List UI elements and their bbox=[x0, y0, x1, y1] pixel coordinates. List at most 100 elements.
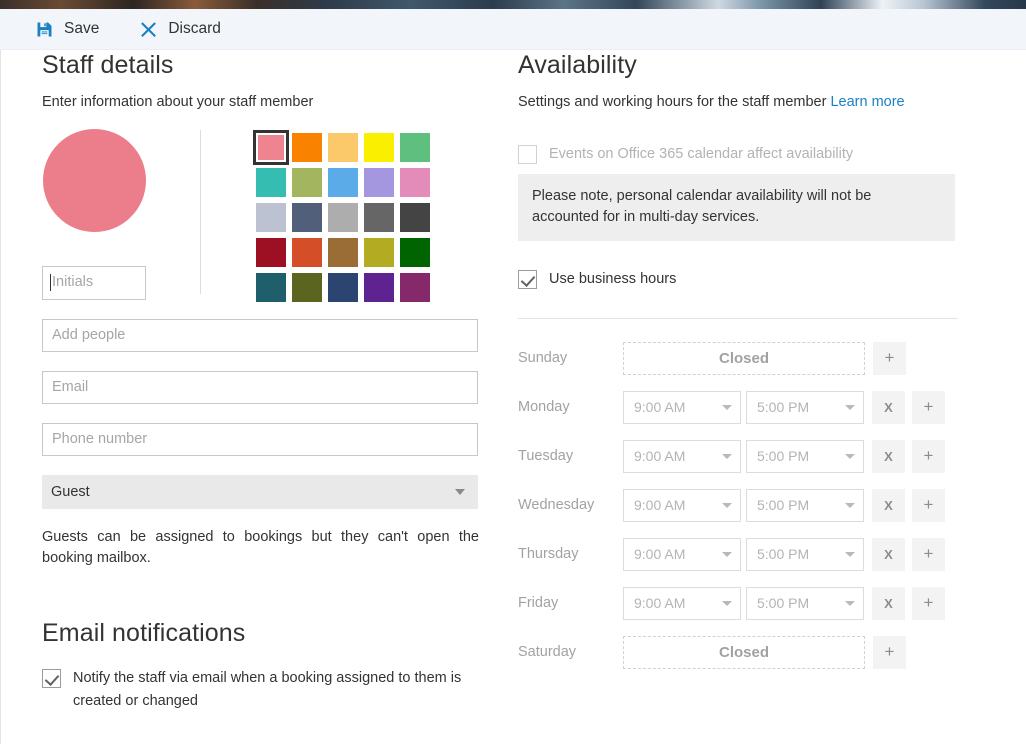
day-row: Wednesday 9:00 AM 5:00 PM X + bbox=[518, 481, 988, 530]
color-swatch-fill bbox=[328, 132, 358, 162]
end-time-select-monday[interactable]: 5:00 PM bbox=[746, 390, 864, 424]
color-swatch-1[interactable] bbox=[289, 130, 325, 165]
end-time-select-thursday[interactable]: 5:00 PM bbox=[746, 537, 864, 571]
remove-hours-button-wednesday[interactable]: X bbox=[872, 488, 905, 522]
end-time-select-tuesday[interactable]: 5:00 PM bbox=[746, 439, 864, 473]
avatar-column: Initials bbox=[42, 128, 190, 300]
use-business-hours-checkbox[interactable] bbox=[518, 270, 537, 290]
color-palette[interactable] bbox=[253, 129, 433, 305]
email-notifications-title: Email notifications bbox=[42, 619, 246, 648]
business-hours-list: Sunday Closed + Monday 9:00 AM 5:00 PM X + Tuesd… bbox=[518, 334, 988, 677]
add-hours-button-friday[interactable]: + bbox=[912, 586, 945, 620]
color-swatch-fill bbox=[292, 272, 322, 302]
staff-details-title: Staff details bbox=[42, 51, 174, 79]
role-dropdown[interactable]: Guest bbox=[42, 474, 478, 509]
color-swatch-17[interactable] bbox=[325, 235, 361, 270]
remove-hours-button-monday[interactable]: X bbox=[872, 390, 905, 424]
use-business-hours-label: Use business hours bbox=[549, 271, 677, 288]
staff-details-page: Save Discard Staff details Enter informa… bbox=[0, 0, 1026, 744]
color-swatch-18[interactable] bbox=[361, 235, 397, 270]
color-swatch-0[interactable] bbox=[253, 129, 289, 165]
color-swatch-23[interactable] bbox=[361, 270, 397, 305]
color-swatch-fill bbox=[256, 272, 286, 302]
color-swatch-24[interactable] bbox=[397, 270, 433, 305]
color-swatch-3[interactable] bbox=[361, 130, 397, 165]
chevron-down-icon bbox=[722, 502, 732, 508]
staff-details-section: Staff details Enter information about yo… bbox=[42, 50, 492, 712]
add-hours-button-monday[interactable]: + bbox=[912, 390, 945, 424]
remove-hours-button-tuesday[interactable]: X bbox=[872, 439, 905, 473]
command-bar: Save Discard bbox=[0, 9, 1026, 50]
start-time-value: 9:00 AM bbox=[634, 546, 686, 563]
day-label-tuesday: Tuesday bbox=[518, 448, 574, 465]
remove-hours-button-thursday[interactable]: X bbox=[872, 537, 905, 571]
end-time-value: 5:00 PM bbox=[757, 546, 810, 563]
color-swatch-6[interactable] bbox=[289, 165, 325, 200]
start-time-select-monday[interactable]: 9:00 AM bbox=[623, 390, 741, 424]
color-swatch-fill bbox=[364, 167, 394, 197]
color-swatch-13[interactable] bbox=[361, 200, 397, 235]
closed-field-saturday[interactable]: Closed bbox=[623, 635, 865, 669]
color-swatch-9[interactable] bbox=[397, 165, 433, 200]
chevron-down-icon bbox=[722, 600, 732, 606]
add-hours-button-saturday[interactable]: + bbox=[873, 635, 906, 669]
day-row: Saturday Closed + bbox=[518, 628, 988, 677]
chevron-down-icon bbox=[722, 551, 732, 557]
color-swatch-4[interactable] bbox=[397, 130, 433, 165]
color-swatch-20[interactable] bbox=[253, 270, 289, 305]
color-swatch-12[interactable] bbox=[325, 200, 361, 235]
end-time-select-wednesday[interactable]: 5:00 PM bbox=[746, 488, 864, 522]
add-hours-button-wednesday[interactable]: + bbox=[912, 488, 945, 522]
color-swatch-15[interactable] bbox=[253, 235, 289, 270]
remove-hours-button-friday[interactable]: X bbox=[872, 586, 905, 620]
color-swatch-11[interactable] bbox=[289, 200, 325, 235]
color-swatch-8[interactable] bbox=[361, 165, 397, 200]
start-time-select-friday[interactable]: 9:00 AM bbox=[623, 586, 741, 620]
color-swatch-14[interactable] bbox=[397, 200, 433, 235]
learn-more-link[interactable]: Learn more bbox=[830, 94, 904, 110]
use-business-hours-row[interactable]: Use business hours bbox=[518, 268, 988, 290]
color-swatch-fill bbox=[364, 237, 394, 267]
phone-number-input[interactable]: Phone number bbox=[42, 422, 478, 456]
start-time-select-thursday[interactable]: 9:00 AM bbox=[623, 537, 741, 571]
phone-number-placeholder: Phone number bbox=[52, 431, 148, 448]
start-time-select-wednesday[interactable]: 9:00 AM bbox=[623, 488, 741, 522]
add-hours-button-tuesday[interactable]: + bbox=[912, 439, 945, 473]
role-dropdown-value: Guest bbox=[51, 483, 90, 500]
color-swatch-22[interactable] bbox=[325, 270, 361, 305]
role-help-text: Guests can be assigned to bookings but t… bbox=[42, 528, 479, 567]
office-calendar-row[interactable]: Events on Office 365 calendar affect ava… bbox=[518, 143, 988, 165]
color-swatch-16[interactable] bbox=[289, 235, 325, 270]
add-people-input[interactable]: Add people bbox=[42, 318, 478, 352]
color-swatch-fill bbox=[400, 167, 430, 197]
discard-button[interactable]: Discard bbox=[137, 9, 233, 50]
office-calendar-checkbox[interactable] bbox=[518, 144, 537, 164]
color-swatch-2[interactable] bbox=[325, 130, 361, 165]
start-time-select-tuesday[interactable]: 9:00 AM bbox=[623, 439, 741, 473]
day-label-friday: Friday bbox=[518, 595, 559, 612]
color-swatch-fill bbox=[256, 202, 286, 232]
add-hours-button-sunday[interactable]: + bbox=[873, 341, 906, 375]
start-time-value: 9:00 AM bbox=[634, 497, 686, 514]
color-swatch-10[interactable] bbox=[253, 200, 289, 235]
color-swatch-fill bbox=[328, 237, 358, 267]
color-swatch-fill bbox=[256, 237, 286, 267]
color-swatch-fill bbox=[328, 272, 358, 302]
color-swatch-7[interactable] bbox=[325, 165, 361, 200]
notify-staff-checkbox[interactable] bbox=[42, 669, 61, 689]
closed-field-sunday[interactable]: Closed bbox=[623, 341, 865, 375]
day-row: Friday 9:00 AM 5:00 PM X + bbox=[518, 579, 988, 628]
color-swatch-21[interactable] bbox=[289, 270, 325, 305]
notify-staff-row[interactable]: Notify the staff via email when a bookin… bbox=[42, 667, 492, 712]
color-swatch-5[interactable] bbox=[253, 165, 289, 200]
email-input[interactable]: Email bbox=[42, 370, 478, 404]
start-time-value: 9:00 AM bbox=[634, 448, 686, 465]
availability-subtitle-text: Settings and working hours for the staff… bbox=[518, 94, 827, 110]
color-swatch-fill bbox=[364, 132, 394, 162]
avatar bbox=[43, 128, 146, 232]
end-time-select-friday[interactable]: 5:00 PM bbox=[746, 586, 864, 620]
color-swatch-19[interactable] bbox=[397, 235, 433, 270]
initials-input[interactable]: Initials bbox=[42, 265, 146, 300]
add-hours-button-thursday[interactable]: + bbox=[912, 537, 945, 571]
save-button[interactable]: Save bbox=[33, 9, 111, 50]
